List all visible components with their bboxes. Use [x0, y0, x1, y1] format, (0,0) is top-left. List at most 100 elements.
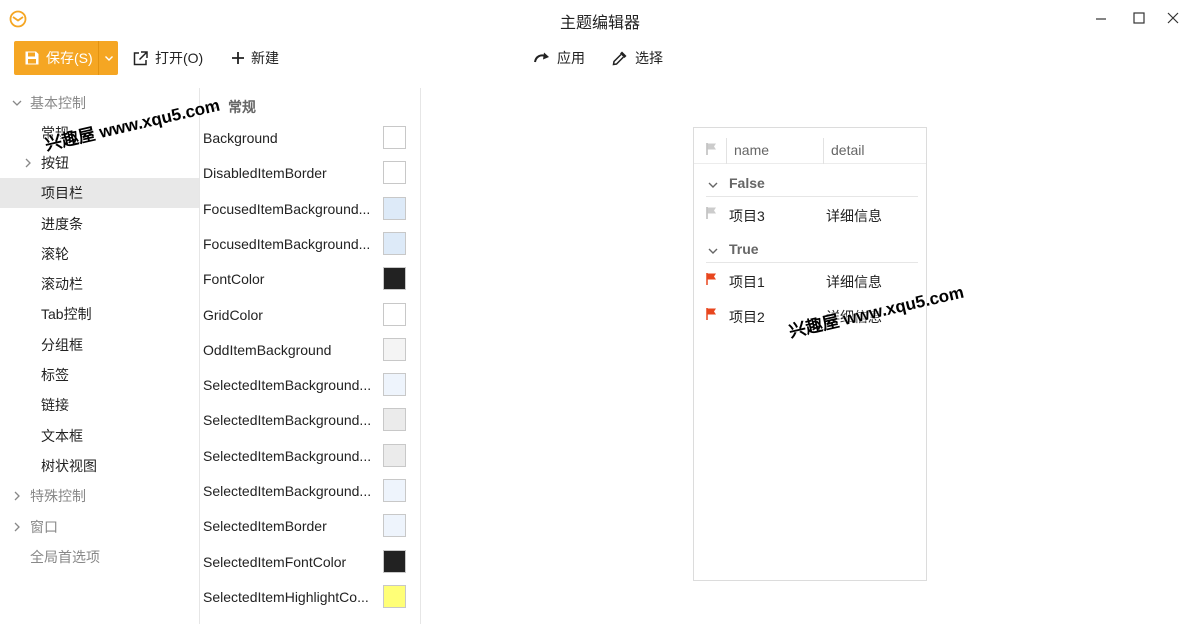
property-row[interactable]: FocusedItemBackground... — [200, 226, 420, 261]
preview-header-row: name detail — [694, 138, 926, 164]
save-icon — [25, 51, 39, 65]
property-row[interactable]: FontColor — [200, 261, 420, 296]
property-row[interactable]: SelectedItemBackground... — [200, 367, 420, 402]
chevron-down-icon — [104, 56, 113, 61]
save-dropdown-button[interactable] — [98, 41, 118, 75]
color-swatch[interactable] — [383, 373, 406, 396]
color-swatch[interactable] — [383, 232, 406, 255]
nav-item-label: 标签 — [41, 367, 69, 383]
property-name: GridColor — [203, 306, 263, 323]
nav-item-tab-control[interactable]: Tab控制 — [0, 299, 199, 329]
apply-button[interactable]: 应用 — [533, 41, 585, 75]
nav-item-treeview[interactable]: 树状视图 — [0, 451, 199, 481]
property-section-header[interactable]: 常规 — [200, 96, 410, 118]
property-row[interactable]: SelectedItemBackground... — [200, 402, 420, 437]
flag-icon[interactable] — [706, 307, 718, 321]
property-panel: 常规 Background DisabledItemBorder FocusedIt… — [199, 88, 421, 624]
column-divider — [823, 138, 824, 164]
item-name: 项目2 — [729, 309, 765, 325]
flag-icon[interactable] — [706, 206, 718, 220]
nav-item-link[interactable]: 链接 — [0, 390, 199, 420]
nav-item-label: 进度条 — [41, 216, 83, 232]
toolbar: 保存(S) 打开(O) 新建 应用 选择 — [0, 38, 1200, 88]
nav-group-global-prefs[interactable]: 全局首选项 — [0, 542, 199, 572]
nav-group-label: 窗口 — [30, 519, 58, 535]
color-swatch[interactable] — [383, 514, 406, 537]
open-button[interactable]: 打开(O) — [132, 41, 203, 75]
property-row[interactable]: SelectedItemBorder — [200, 508, 420, 543]
color-swatch[interactable] — [383, 338, 406, 361]
nav-item-label: 项目栏 — [41, 185, 83, 201]
chevron-down-icon — [708, 182, 718, 188]
group-label: True — [729, 241, 759, 257]
property-name: FocusedItemBackground... — [203, 235, 371, 252]
pick-button-label: 选择 — [635, 50, 663, 66]
item-detail: 详细信息 — [826, 274, 882, 290]
nav-item-label-control[interactable]: 标签 — [0, 360, 199, 390]
preview-area: name detail False 项目3 详细信息 True 项目1 详细信息… — [421, 88, 1200, 624]
minimize-icon — [1096, 18, 1106, 20]
property-row[interactable]: SelectedItemHighlightCo... — [200, 579, 420, 614]
open-button-label: 打开(O) — [155, 50, 204, 66]
apply-button-label: 应用 — [557, 50, 585, 66]
property-row[interactable]: SelectedItemBackground... — [200, 473, 420, 508]
nav-item-wheel[interactable]: 滚轮 — [0, 239, 199, 269]
nav-item-button[interactable]: 按钮 — [0, 148, 199, 178]
nav-group-window[interactable]: 窗口 — [0, 512, 199, 542]
color-swatch[interactable] — [383, 408, 406, 431]
chevron-right-icon — [25, 158, 31, 168]
eyedropper-icon — [612, 51, 627, 66]
preview-item-row[interactable]: 项目3 详细信息 — [694, 197, 926, 231]
nav-item-progress[interactable]: 进度条 — [0, 209, 199, 239]
property-row[interactable]: GridColor — [200, 297, 420, 332]
color-swatch[interactable] — [383, 126, 406, 149]
property-row[interactable]: DisabledItemBorder — [200, 155, 420, 190]
property-row[interactable]: SelectedItemFontColor — [200, 544, 420, 579]
preview-group-true[interactable]: True — [694, 237, 926, 263]
item-name: 项目3 — [729, 208, 765, 224]
color-swatch[interactable] — [383, 161, 406, 184]
flag-icon[interactable] — [706, 272, 718, 286]
nav-group-special[interactable]: 特殊控制 — [0, 481, 199, 511]
category-tree: 基本控制 常规 按钮 项目栏 进度条 滚轮 滚动栏 Tab控制 分组框 标签 链… — [0, 88, 199, 624]
title-bar: 主题编辑器 — [0, 0, 1200, 38]
color-swatch[interactable] — [383, 585, 406, 608]
color-swatch[interactable] — [383, 267, 406, 290]
nav-item-groupbox[interactable]: 分组框 — [0, 330, 199, 360]
open-external-icon — [133, 50, 148, 65]
color-swatch[interactable] — [383, 197, 406, 220]
property-name: SelectedItemBackground... — [203, 376, 372, 393]
group-label: False — [729, 175, 765, 191]
nav-item-scrollbar[interactable]: 滚动栏 — [0, 269, 199, 299]
property-row[interactable]: OddItemBackground — [200, 332, 420, 367]
chevron-down-icon — [708, 248, 718, 254]
color-swatch[interactable] — [383, 303, 406, 326]
property-row[interactable]: FocusedItemBackground... — [200, 191, 420, 226]
property-name: SelectedItemFontColor — [203, 553, 347, 570]
property-row[interactable]: SelectedItemBackground... — [200, 438, 420, 473]
property-row[interactable]: Background — [200, 120, 420, 155]
color-swatch[interactable] — [383, 550, 406, 573]
item-bar-preview: name detail False 项目3 详细信息 True 项目1 详细信息… — [693, 127, 927, 581]
color-swatch[interactable] — [383, 444, 406, 467]
new-button[interactable]: 新建 — [231, 41, 279, 75]
nav-item-label: 树状视图 — [41, 458, 97, 474]
preview-item-row[interactable]: 项目1 详细信息 — [694, 263, 926, 297]
new-button-label: 新建 — [251, 50, 279, 66]
property-section-label: 常规 — [228, 99, 256, 115]
chevron-down-icon — [12, 100, 22, 106]
nav-item-textbox[interactable]: 文本框 — [0, 421, 199, 451]
pick-button[interactable]: 选择 — [611, 41, 663, 75]
close-button[interactable] — [1150, 0, 1196, 36]
property-name: SelectedItemBackground... — [203, 482, 372, 499]
save-button[interactable]: 保存(S) — [14, 41, 98, 75]
property-name: SelectedItemBackground... — [203, 411, 372, 428]
color-swatch[interactable] — [383, 479, 406, 502]
column-header-detail[interactable]: detail — [831, 142, 864, 158]
preview-group-false[interactable]: False — [694, 171, 926, 197]
window-title: 主题编辑器 — [559, 15, 640, 32]
nav-item-itembar[interactable]: 项目栏 — [0, 178, 199, 208]
property-name: DisabledItemBorder — [203, 164, 327, 181]
column-header-name[interactable]: name — [734, 142, 769, 158]
nav-item-label: 链接 — [41, 397, 69, 413]
